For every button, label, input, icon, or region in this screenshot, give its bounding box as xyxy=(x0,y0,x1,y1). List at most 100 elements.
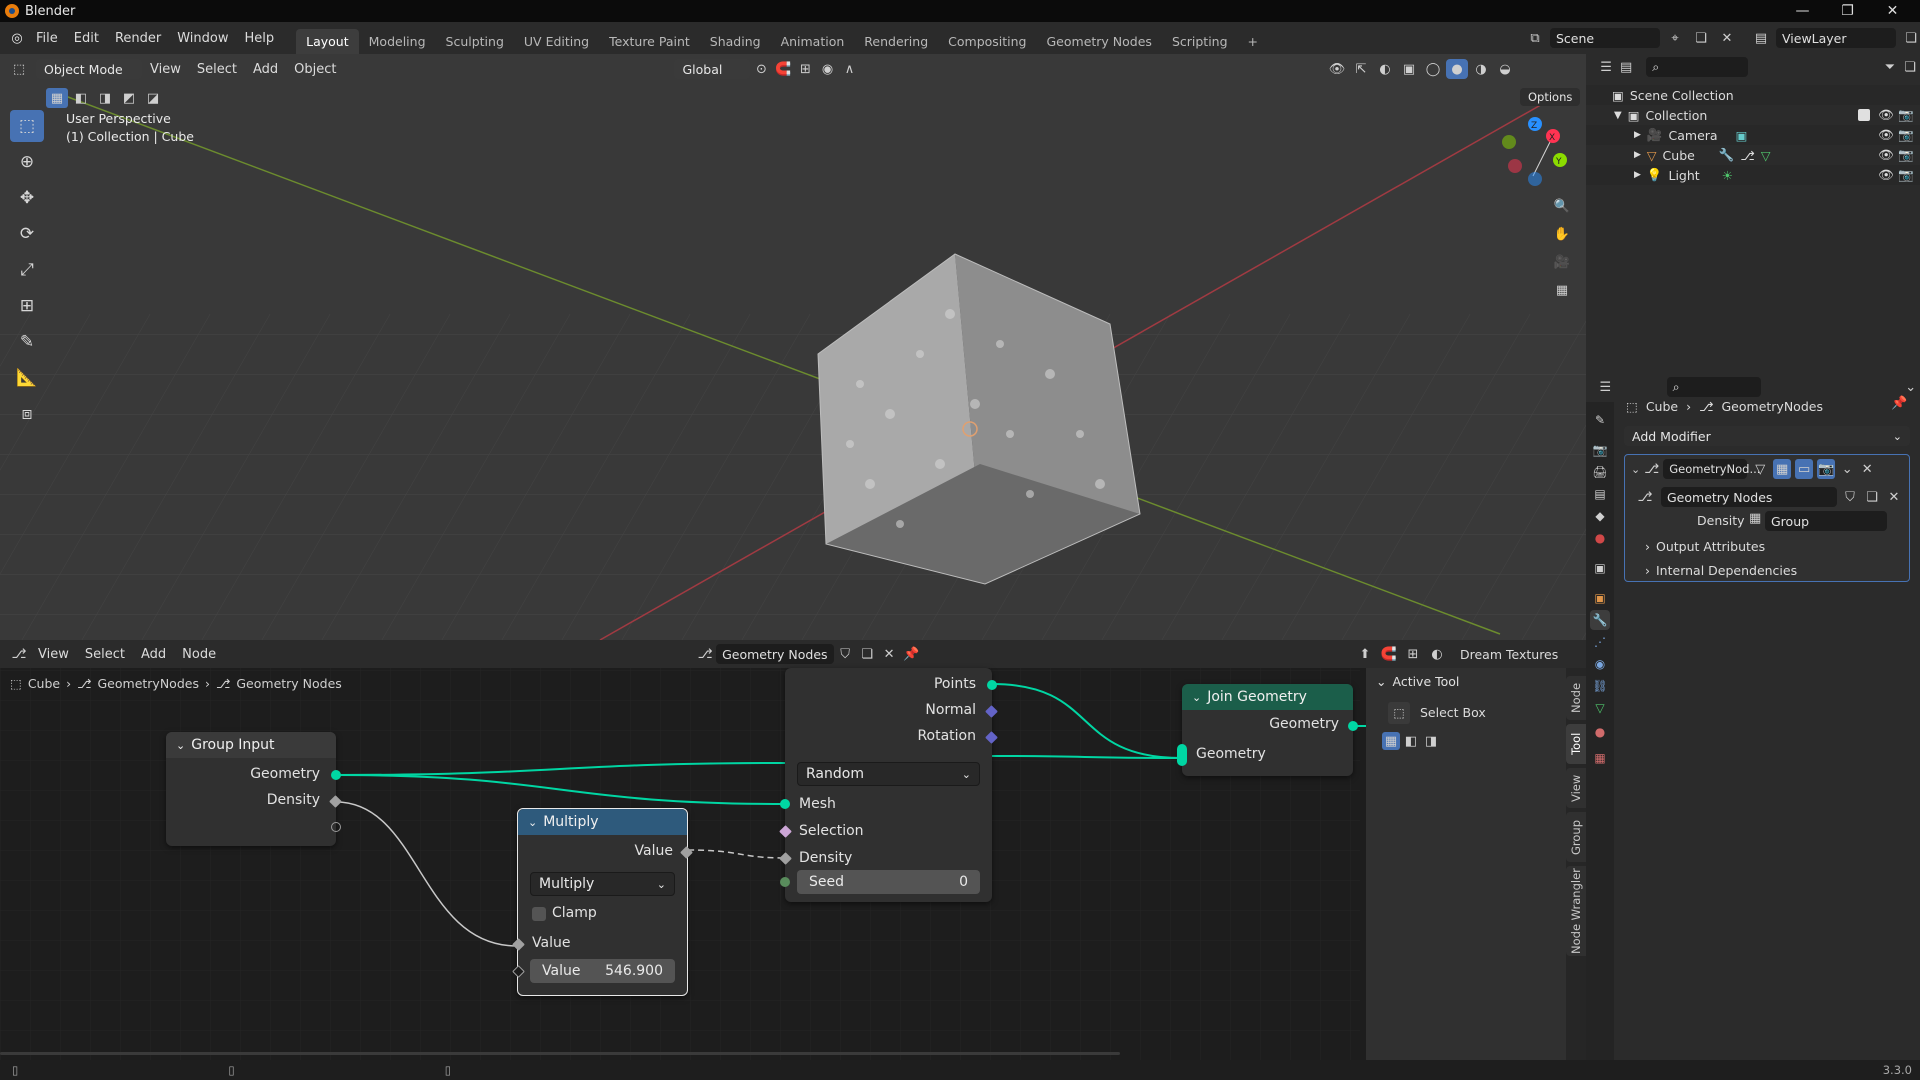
mode-new-icon[interactable]: ▦ xyxy=(1382,732,1400,750)
display-mode-icon[interactable]: ▤ xyxy=(1616,57,1636,77)
scene-name-field[interactable]: Scene xyxy=(1550,28,1660,48)
node-group-browse-icon[interactable]: ⎇ xyxy=(1633,487,1657,507)
vtab-tool[interactable]: Tool xyxy=(1566,724,1586,764)
options-dropdown[interactable]: Options xyxy=(1520,88,1581,106)
select-intersect-icon[interactable]: ◪ xyxy=(142,88,164,108)
scale-tool-icon[interactable]: ⤢ xyxy=(10,254,44,286)
parent-tree-icon[interactable]: ⬆ xyxy=(1354,644,1376,664)
xray-icon[interactable]: ▣ xyxy=(1398,59,1420,79)
expand-arrow-icon[interactable]: ▶ xyxy=(1634,130,1641,140)
unlink-group-icon[interactable]: ✕ xyxy=(1885,487,1903,507)
seed-field[interactable]: Seed 0 xyxy=(797,870,980,894)
menu-help[interactable]: Help xyxy=(237,31,283,46)
camera-view-icon[interactable]: 🎥 xyxy=(1551,252,1573,272)
vtab-group[interactable]: Group xyxy=(1566,812,1586,862)
distribute-mode-dropdown[interactable]: Random ⌄ xyxy=(797,762,980,786)
select-invert-icon[interactable]: ◩ xyxy=(118,88,140,108)
delete-scene-icon[interactable]: ✕ xyxy=(1716,28,1738,48)
viewport-toggle-icon[interactable]: ▭ xyxy=(1795,459,1814,479)
gi-empty-socket[interactable] xyxy=(331,822,341,832)
cage-toggle-icon[interactable]: ▦ xyxy=(1773,459,1792,479)
vp-menu-object[interactable]: Object xyxy=(286,62,344,77)
restore-button[interactable]: ❐ xyxy=(1825,0,1870,22)
transform-orientation-dropdown[interactable]: Global xyxy=(674,59,751,79)
vtab-node-wrangler[interactable]: Node Wrangler xyxy=(1566,866,1586,956)
editor-type-icon[interactable]: ⬚ xyxy=(8,59,30,79)
tab-sculpting[interactable]: Sculpting xyxy=(436,29,514,54)
falloff-icon[interactable]: ∧ xyxy=(838,59,860,79)
tool-tab-icon[interactable]: ✎ xyxy=(1590,410,1610,430)
new-collection-icon[interactable]: ❏ xyxy=(1900,57,1920,77)
render-tab-icon[interactable]: 📷 xyxy=(1590,440,1610,460)
fake-user-shield-icon[interactable]: ⛉ xyxy=(834,644,856,664)
eye-icon[interactable]: 👁 xyxy=(1878,107,1894,123)
overlay-toggle-icon[interactable]: ◐ xyxy=(1374,59,1396,79)
proportional-edit-icon[interactable]: ◉ xyxy=(816,59,838,79)
pin-icon[interactable]: 📌 xyxy=(1891,396,1907,411)
collapse-chevron-icon[interactable]: ⌄ xyxy=(176,739,185,752)
fake-user-shield-icon[interactable]: ⛉ xyxy=(1841,487,1859,507)
3d-viewport[interactable]: X Y Z ⬚ Object Mode View Select Add Obje… xyxy=(0,54,1586,640)
outliner-scene-collection[interactable]: ▣ Scene Collection xyxy=(1586,85,1920,105)
modifier-tab-icon[interactable]: 🔧 xyxy=(1590,610,1610,630)
dp-points-socket[interactable] xyxy=(987,680,997,690)
clamp-checkbox[interactable] xyxy=(532,907,546,921)
scene-tab-icon[interactable]: ◆ xyxy=(1590,506,1610,526)
snap-icon[interactable]: 🧲 xyxy=(772,59,794,79)
mode-extend-icon[interactable]: ◧ xyxy=(1402,732,1420,750)
texture-tab-icon[interactable]: ▦ xyxy=(1590,748,1610,768)
add-workspace-button[interactable]: + xyxy=(1238,29,1268,54)
group-input-header[interactable]: ⌄ Group Input xyxy=(166,732,336,758)
close-window-button[interactable]: ✕ xyxy=(1870,0,1915,22)
ne-menu-node[interactable]: Node xyxy=(174,647,224,662)
ne-menu-add[interactable]: Add xyxy=(133,647,174,662)
gi-geometry-socket[interactable] xyxy=(331,770,341,780)
join-in-multisocket[interactable] xyxy=(1177,744,1187,766)
ne-menu-view[interactable]: View xyxy=(30,647,77,662)
collapse-chevron-icon[interactable]: ⌄ xyxy=(528,816,537,829)
scene-browse-icon[interactable]: ⧉ xyxy=(1524,28,1546,48)
tab-texture-paint[interactable]: Texture Paint xyxy=(599,29,700,54)
distribute-points-node[interactable]: Points Normal Rotation Random ⌄ Mesh Sel… xyxy=(779,668,998,902)
menu-file[interactable]: File xyxy=(28,31,66,46)
tab-scripting[interactable]: Scripting xyxy=(1162,29,1238,54)
new-scene-icon[interactable]: ❏ xyxy=(1690,28,1712,48)
tab-rendering[interactable]: Rendering xyxy=(854,29,938,54)
tab-animation[interactable]: Animation xyxy=(771,29,855,54)
transform-tool-icon[interactable]: ⊞ xyxy=(10,290,44,322)
vp-menu-add[interactable]: Add xyxy=(245,62,286,77)
outliner-search-input[interactable]: ⌕ xyxy=(1646,57,1748,77)
eye-icon[interactable]: 👁 xyxy=(1878,167,1894,183)
annotate-tool-icon[interactable]: ✎ xyxy=(10,326,44,358)
output-attributes-panel[interactable]: › Output Attributes xyxy=(1645,539,1765,554)
vp-menu-select[interactable]: Select xyxy=(189,62,245,77)
select-box-tool-icon[interactable]: ⬚ xyxy=(10,110,44,142)
tab-modeling[interactable]: Modeling xyxy=(359,29,436,54)
node-editor-type-icon[interactable]: ⎇ xyxy=(8,644,30,664)
cursor-tool-icon[interactable]: ⊕ xyxy=(10,146,44,178)
light-data-icon[interactable]: ☀ xyxy=(1722,168,1733,183)
wireframe-shading-icon[interactable]: ◯ xyxy=(1422,59,1444,79)
eye-icon[interactable]: 👁 xyxy=(1878,147,1894,163)
dp-seed-socket[interactable] xyxy=(780,877,790,887)
outliner-collection[interactable]: ▼ ▣ Collection 👁 📷 xyxy=(1586,105,1920,125)
expand-arrow-icon[interactable]: ▶ xyxy=(1634,150,1641,160)
data-tab-icon[interactable]: ▽ xyxy=(1590,698,1610,718)
blender-menu-icon[interactable]: ◎ xyxy=(6,28,28,48)
node-snap-icon[interactable]: 🧲 xyxy=(1378,644,1400,664)
unlink-tree-icon[interactable]: ✕ xyxy=(878,644,900,664)
node-tree-name-field[interactable]: Geometry Nodes xyxy=(716,644,835,664)
vtab-node[interactable]: Node xyxy=(1566,676,1586,720)
select-subtract-icon[interactable]: ◨ xyxy=(94,88,116,108)
move-tool-icon[interactable]: ✥ xyxy=(10,182,44,214)
pan-hand-icon[interactable]: ✋ xyxy=(1551,224,1573,244)
gizmo-toggle-icon[interactable]: ⇱ xyxy=(1350,59,1372,79)
pin-tree-icon[interactable]: 📌 xyxy=(900,644,922,664)
modifier-menu-icon[interactable]: ⌄ xyxy=(1839,459,1855,479)
minimize-button[interactable]: — xyxy=(1780,0,1825,22)
particles-tab-icon[interactable]: ⋰ xyxy=(1590,632,1610,652)
camera-render-icon[interactable]: 📷 xyxy=(1898,167,1914,183)
dream-textures-label[interactable]: Dream Textures xyxy=(1460,647,1558,662)
join-out-socket[interactable] xyxy=(1348,721,1358,731)
multiply-value-field[interactable]: Value 546.900 xyxy=(530,959,675,983)
